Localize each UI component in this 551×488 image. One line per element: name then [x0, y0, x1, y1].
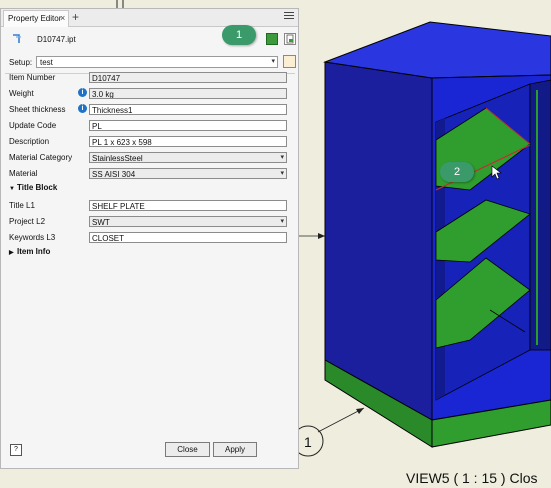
step-callout-2: 2: [440, 162, 474, 182]
item-info-group[interactable]: ▶ Item Info: [9, 247, 50, 256]
help-button[interactable]: ?: [10, 444, 22, 456]
property-label: Item Number: [9, 73, 56, 82]
property-value: PL: [92, 122, 102, 131]
property-value: Thickness1: [92, 106, 133, 115]
property-label: Title L1: [9, 201, 35, 210]
property-label: Material Category: [9, 153, 73, 162]
property-row: Title L1 SHELF PLATE▫: [9, 200, 289, 212]
property-row: Sheet thickness i Thickness1▫: [9, 104, 289, 116]
sheet-thickness-field[interactable]: Thickness1▫: [89, 104, 287, 115]
cabinet-side: [324, 61, 433, 421]
setup-value: test: [40, 58, 53, 67]
property-label: Update Code: [9, 121, 57, 130]
part-file-icon: [13, 34, 21, 43]
property-row: Project L2 SWT ▾: [9, 216, 289, 228]
file-name: D10747.ipt: [37, 35, 76, 44]
property-label: Keywords L3: [9, 233, 56, 242]
view-label: VIEW5 ( 1 : 15 ) Clos: [406, 470, 538, 486]
property-row: Weight i 3.0 kg: [9, 88, 289, 100]
update-code-field[interactable]: PL▫: [89, 120, 287, 131]
chevron-down-icon: ▾: [280, 170, 284, 177]
group-header: Item Info: [17, 247, 51, 256]
refresh-properties-button[interactable]: [266, 33, 278, 45]
title-l1-field[interactable]: SHELF PLATE▫: [89, 200, 287, 211]
tab-bar: Property Editor × +: [1, 9, 298, 27]
info-icon[interactable]: i: [78, 88, 87, 97]
material-category-select[interactable]: StainlessSteel ▾: [89, 152, 287, 163]
property-row: Keywords L3 CLOSET▫: [9, 232, 289, 244]
property-editor-panel: Property Editor × + D10747.ipt Setup: te…: [0, 8, 299, 469]
tab-property-editor[interactable]: Property Editor ×: [3, 10, 69, 27]
weight-field[interactable]: 3.0 kg: [89, 88, 287, 99]
property-label: Weight: [9, 89, 34, 98]
setup-select[interactable]: test ▾: [36, 56, 278, 68]
property-row: Material SS AISI 304 ▾: [9, 168, 289, 180]
hamburger-menu-icon[interactable]: [284, 12, 294, 21]
close-button[interactable]: Close: [165, 442, 210, 457]
property-label: Sheet thickness: [9, 105, 66, 114]
property-value: CLOSET: [92, 234, 125, 243]
keywords-l3-field[interactable]: CLOSET▫: [89, 232, 287, 243]
chevron-down-icon: ▾: [280, 218, 284, 225]
title-block-group[interactable]: ▼ Title Block: [9, 183, 57, 192]
property-value: StainlessSteel: [92, 154, 143, 163]
chevron-down-icon: ▾: [271, 58, 275, 65]
project-l2-select[interactable]: SWT ▾: [89, 216, 287, 227]
step-callout-1: 1: [222, 25, 256, 45]
caret-down-icon: ▼: [9, 186, 15, 192]
property-value: SHELF PLATE: [92, 202, 145, 211]
property-label: Material: [9, 169, 38, 178]
property-row: Description PL 1 x 623 x 598▫: [9, 136, 289, 148]
property-value: SWT: [92, 218, 110, 227]
property-value: PL 1 x 623 x 598: [92, 138, 152, 147]
property-row: Material Category StainlessSteel ▾: [9, 152, 289, 164]
property-label: Project L2: [9, 217, 46, 226]
property-label: Description: [9, 137, 50, 146]
apply-button[interactable]: Apply: [213, 442, 257, 457]
property-value: 3.0 kg: [92, 90, 114, 99]
info-icon[interactable]: i: [78, 104, 87, 113]
document-icon: [286, 34, 294, 44]
add-tab-icon[interactable]: +: [72, 10, 79, 24]
tab-close-icon[interactable]: ×: [60, 13, 65, 23]
caret-right-icon: ▶: [9, 250, 14, 256]
chevron-down-icon: ▾: [280, 154, 284, 161]
material-select[interactable]: SS AISI 304 ▾: [89, 168, 287, 179]
property-value: D10747: [92, 74, 121, 83]
document-settings-button[interactable]: [284, 33, 296, 45]
tab-title: Property Editor: [8, 14, 62, 23]
setup-row: Setup: test ▾: [9, 55, 296, 70]
setup-edit-button[interactable]: [283, 55, 296, 68]
property-value: SS AISI 304: [92, 170, 136, 179]
setup-label: Setup:: [9, 58, 33, 67]
property-row: Update Code PL▫: [9, 120, 289, 132]
property-row: Item Number D10747: [9, 72, 289, 84]
description-field[interactable]: PL 1 x 623 x 598▫: [89, 136, 287, 147]
item-number-field[interactable]: D10747: [89, 72, 287, 83]
balloon-1-number: 1: [304, 434, 312, 450]
group-header: Title Block: [17, 183, 58, 192]
